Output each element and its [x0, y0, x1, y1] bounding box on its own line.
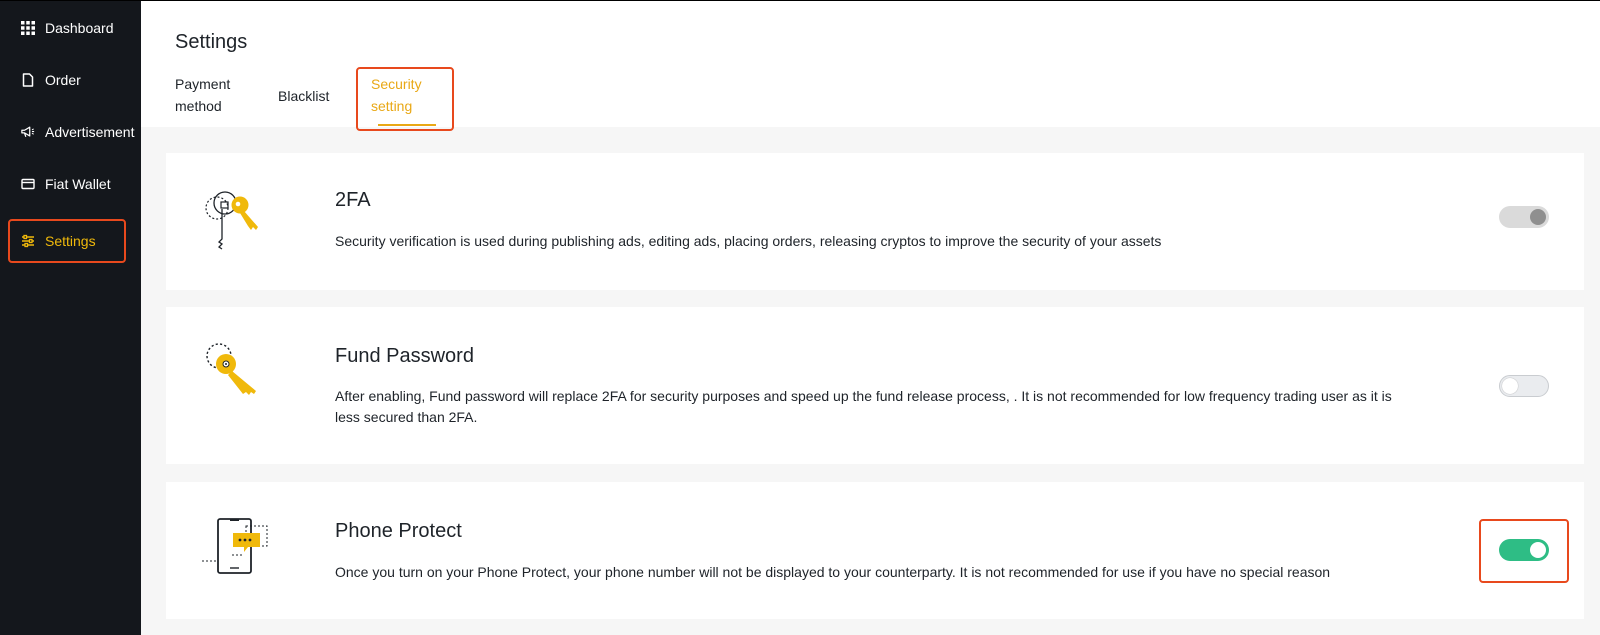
- grid-icon: [21, 21, 35, 35]
- header: Settings Payment method Blacklist Securi…: [141, 0, 1600, 127]
- card-title: Fund Password: [335, 345, 474, 367]
- 2fa-toggle[interactable]: [1499, 206, 1549, 228]
- card-description: Once you turn on your Phone Protect, you…: [335, 564, 1331, 580]
- card-description: Security verification is used during pub…: [335, 233, 1162, 249]
- sidebar-item-label: Order: [45, 72, 81, 88]
- active-tab-underline: [378, 124, 436, 126]
- fund-password-toggle[interactable]: [1499, 375, 1549, 397]
- sidebar-item-label: Settings: [45, 233, 96, 249]
- card-description: After enabling, Fund password will repla…: [335, 388, 1392, 425]
- tab-label: Blacklist: [278, 88, 330, 104]
- tab-security-setting[interactable]: Security setting: [371, 73, 422, 117]
- sidebar-item-dashboard[interactable]: Dashboard: [0, 8, 141, 48]
- toggle-knob: [1502, 378, 1518, 394]
- security-card-phone-protect: Phone Protect Once you turn on your Phon…: [166, 482, 1584, 619]
- tab-label: Security: [371, 76, 422, 92]
- tab-label: setting: [371, 98, 413, 114]
- security-card-2fa: 2FA Security verification is used during…: [166, 153, 1584, 290]
- sidebar-item-label: Advertisement: [45, 124, 135, 140]
- sidebar-item-order[interactable]: Order: [0, 60, 141, 100]
- phone-protect-toggle[interactable]: [1499, 539, 1549, 561]
- key-icon: [202, 343, 268, 413]
- tab-label: Payment: [175, 76, 231, 92]
- sidebar: Dashboard Order Advertisement Fiat Walle…: [0, 0, 141, 635]
- document-icon: [21, 73, 35, 87]
- keys-icon: [202, 185, 268, 255]
- toggle-knob: [1530, 542, 1546, 558]
- phone-icon: [202, 516, 268, 586]
- sidebar-item-label: Fiat Wallet: [45, 176, 111, 192]
- card-title: Phone Protect: [335, 520, 462, 542]
- tab-blacklist[interactable]: Blacklist: [278, 85, 329, 107]
- sliders-icon: [21, 234, 35, 248]
- security-card-fund-password: Fund Password After enabling, Fund passw…: [166, 307, 1584, 464]
- card-title: 2FA: [335, 189, 371, 211]
- page-title: Settings: [175, 31, 248, 53]
- sidebar-item-fiat-wallet[interactable]: Fiat Wallet: [0, 164, 141, 204]
- tab-payment-method[interactable]: Payment method: [175, 73, 230, 117]
- tab-label: method: [175, 98, 222, 114]
- megaphone-icon: [21, 125, 35, 139]
- sidebar-item-settings[interactable]: Settings: [0, 221, 141, 261]
- sidebar-item-label: Dashboard: [45, 20, 114, 36]
- wallet-icon: [21, 177, 35, 191]
- sidebar-item-advertisement[interactable]: Advertisement: [0, 112, 141, 152]
- toggle-knob: [1530, 209, 1546, 225]
